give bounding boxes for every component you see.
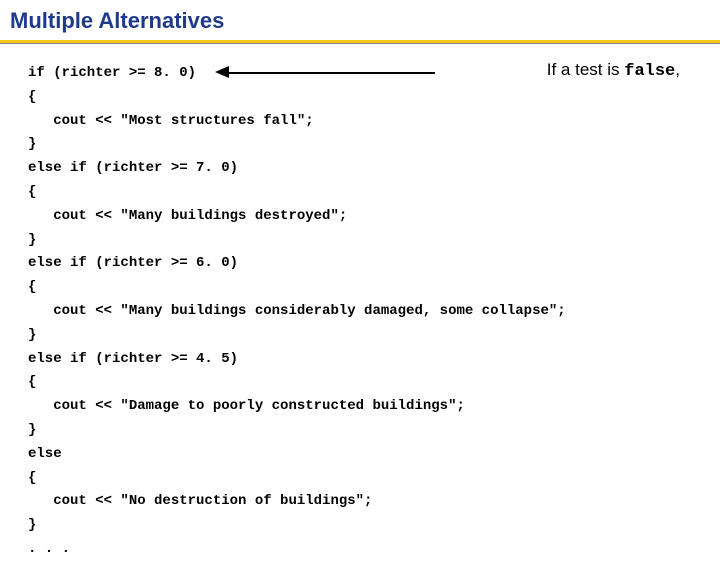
code-line: }: [28, 422, 36, 438]
code-line: }: [28, 232, 36, 248]
code-line: }: [28, 517, 36, 533]
code-line: cout << "Many buildings considerably dam…: [28, 303, 566, 319]
code-line: {: [28, 470, 36, 486]
code-line: else if (richter >= 6. 0): [28, 255, 238, 271]
code-line: cout << "Many buildings destroyed";: [28, 208, 347, 224]
arrow-head-icon: [215, 66, 229, 78]
arrow-pointer: [215, 68, 435, 78]
code-line: cout << "Damage to poorly constructed bu…: [28, 398, 465, 414]
annotation-suffix: ,: [675, 60, 680, 79]
annotation-prefix: If a test is: [547, 60, 624, 79]
code-line: {: [28, 89, 36, 105]
slide: Multiple Alternatives if (richter >= 8. …: [0, 0, 720, 540]
code-line: if (richter >= 8. 0): [28, 65, 196, 81]
code-line: . . .: [28, 541, 70, 557]
code-line: {: [28, 374, 36, 390]
annotation-mono: false: [624, 62, 675, 81]
code-line: else: [28, 446, 62, 462]
code-line: }: [28, 327, 36, 343]
arrow-line: [225, 72, 435, 74]
code-line: }: [28, 136, 36, 152]
code-line: cout << "No destruction of buildings";: [28, 493, 372, 509]
code-block: if (richter >= 8. 0) { cout << "Most str…: [0, 44, 720, 562]
code-line: {: [28, 279, 36, 295]
code-line: {: [28, 184, 36, 200]
annotation: If a test is false,: [547, 60, 680, 81]
code-line: cout << "Most structures fall";: [28, 113, 314, 129]
slide-title: Multiple Alternatives: [0, 0, 720, 40]
code-line: else if (richter >= 7. 0): [28, 160, 238, 176]
code-line: else if (richter >= 4. 5): [28, 351, 238, 367]
